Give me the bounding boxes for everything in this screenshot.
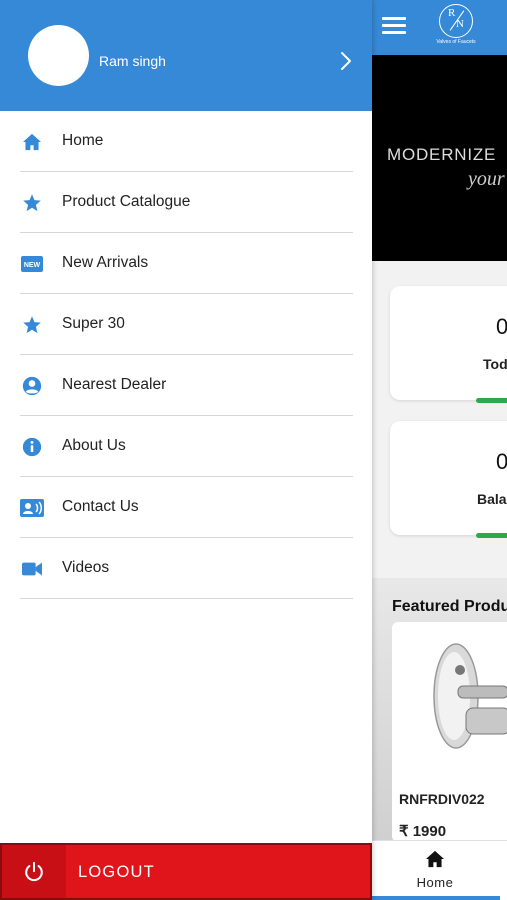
star-icon: [20, 191, 44, 215]
active-tab-indicator: [372, 896, 500, 900]
menu-item-super-30[interactable]: Super 30: [0, 294, 372, 355]
brand-logo: R N Valves of Faucets: [432, 4, 480, 50]
user-name: Ram singh: [99, 53, 166, 69]
menu-item-label: Super 30: [62, 315, 125, 332]
menu-item-label: About Us: [62, 437, 126, 454]
power-icon: [2, 845, 66, 898]
account-circle-icon: [20, 374, 44, 398]
menu-item-home[interactable]: Home: [0, 111, 372, 172]
video-camera-icon: [20, 557, 44, 581]
navigation-drawer: Ram singh Home Product Catalogue NEW New…: [0, 0, 372, 900]
logout-label: LOGOUT: [78, 863, 155, 881]
logout-button[interactable]: LOGOUT: [0, 843, 372, 900]
stat-card-balance[interactable]: 0 Balar: [390, 421, 507, 535]
drawer-menu: Home Product Catalogue NEW New Arrivals: [0, 111, 372, 599]
menu-item-label: Product Catalogue: [62, 193, 191, 210]
stat-value: 0: [496, 314, 507, 339]
home-icon: [426, 850, 444, 868]
menu-item-new-arrivals[interactable]: NEW New Arrivals: [0, 233, 372, 294]
avatar[interactable]: [28, 25, 89, 86]
menu-item-videos[interactable]: Videos: [0, 538, 372, 599]
bottom-nav-home-tab[interactable]: Home: [405, 850, 465, 892]
menu-item-contact-us[interactable]: Contact Us: [0, 477, 372, 538]
bottom-nav-home-label: Home: [416, 875, 454, 890]
divider: [20, 597, 353, 599]
hamburger-menu-icon[interactable]: [382, 14, 408, 36]
menu-item-label: Videos: [62, 559, 110, 576]
logo-tagline: Valves of Faucets: [436, 39, 476, 45]
stat-value: 0: [496, 449, 507, 474]
stat-progress-bar: [476, 533, 507, 538]
menu-item-nearest-dealer[interactable]: Nearest Dealer: [0, 355, 372, 416]
menu-item-label: Nearest Dealer: [62, 376, 167, 393]
new-badge-icon: NEW: [20, 252, 44, 276]
star-icon: [20, 313, 44, 337]
menu-item-about-us[interactable]: About Us: [0, 416, 372, 477]
menu-item-product-catalogue[interactable]: Product Catalogue: [0, 172, 372, 233]
banner-title: MODERNIZE: [387, 145, 497, 164]
product-image: [433, 643, 507, 749]
product-price: ₹ 1990: [399, 823, 447, 840]
menu-item-label: Home: [62, 132, 104, 149]
banner-script-text: your: [468, 168, 505, 190]
product-code: RNFRDIV022: [399, 791, 485, 807]
home-icon: [20, 130, 44, 154]
menu-item-label: New Arrivals: [62, 254, 149, 271]
stat-label: Tod: [483, 356, 507, 372]
stat-progress-bar: [476, 398, 507, 403]
contact-card-icon: [20, 496, 44, 520]
logo-letter-r: R: [448, 7, 456, 19]
featured-title: Featured Produ: [392, 598, 507, 615]
stat-label: Balar: [477, 491, 507, 507]
info-icon: [20, 435, 44, 459]
drawer-header[interactable]: Ram singh: [0, 0, 372, 111]
chevron-right-icon[interactable]: [338, 50, 354, 72]
new-badge-text: NEW: [24, 262, 41, 269]
logo-letter-n: N: [456, 18, 464, 30]
menu-item-label: Contact Us: [62, 498, 139, 515]
stat-card-today[interactable]: 0 Tod: [390, 286, 507, 400]
